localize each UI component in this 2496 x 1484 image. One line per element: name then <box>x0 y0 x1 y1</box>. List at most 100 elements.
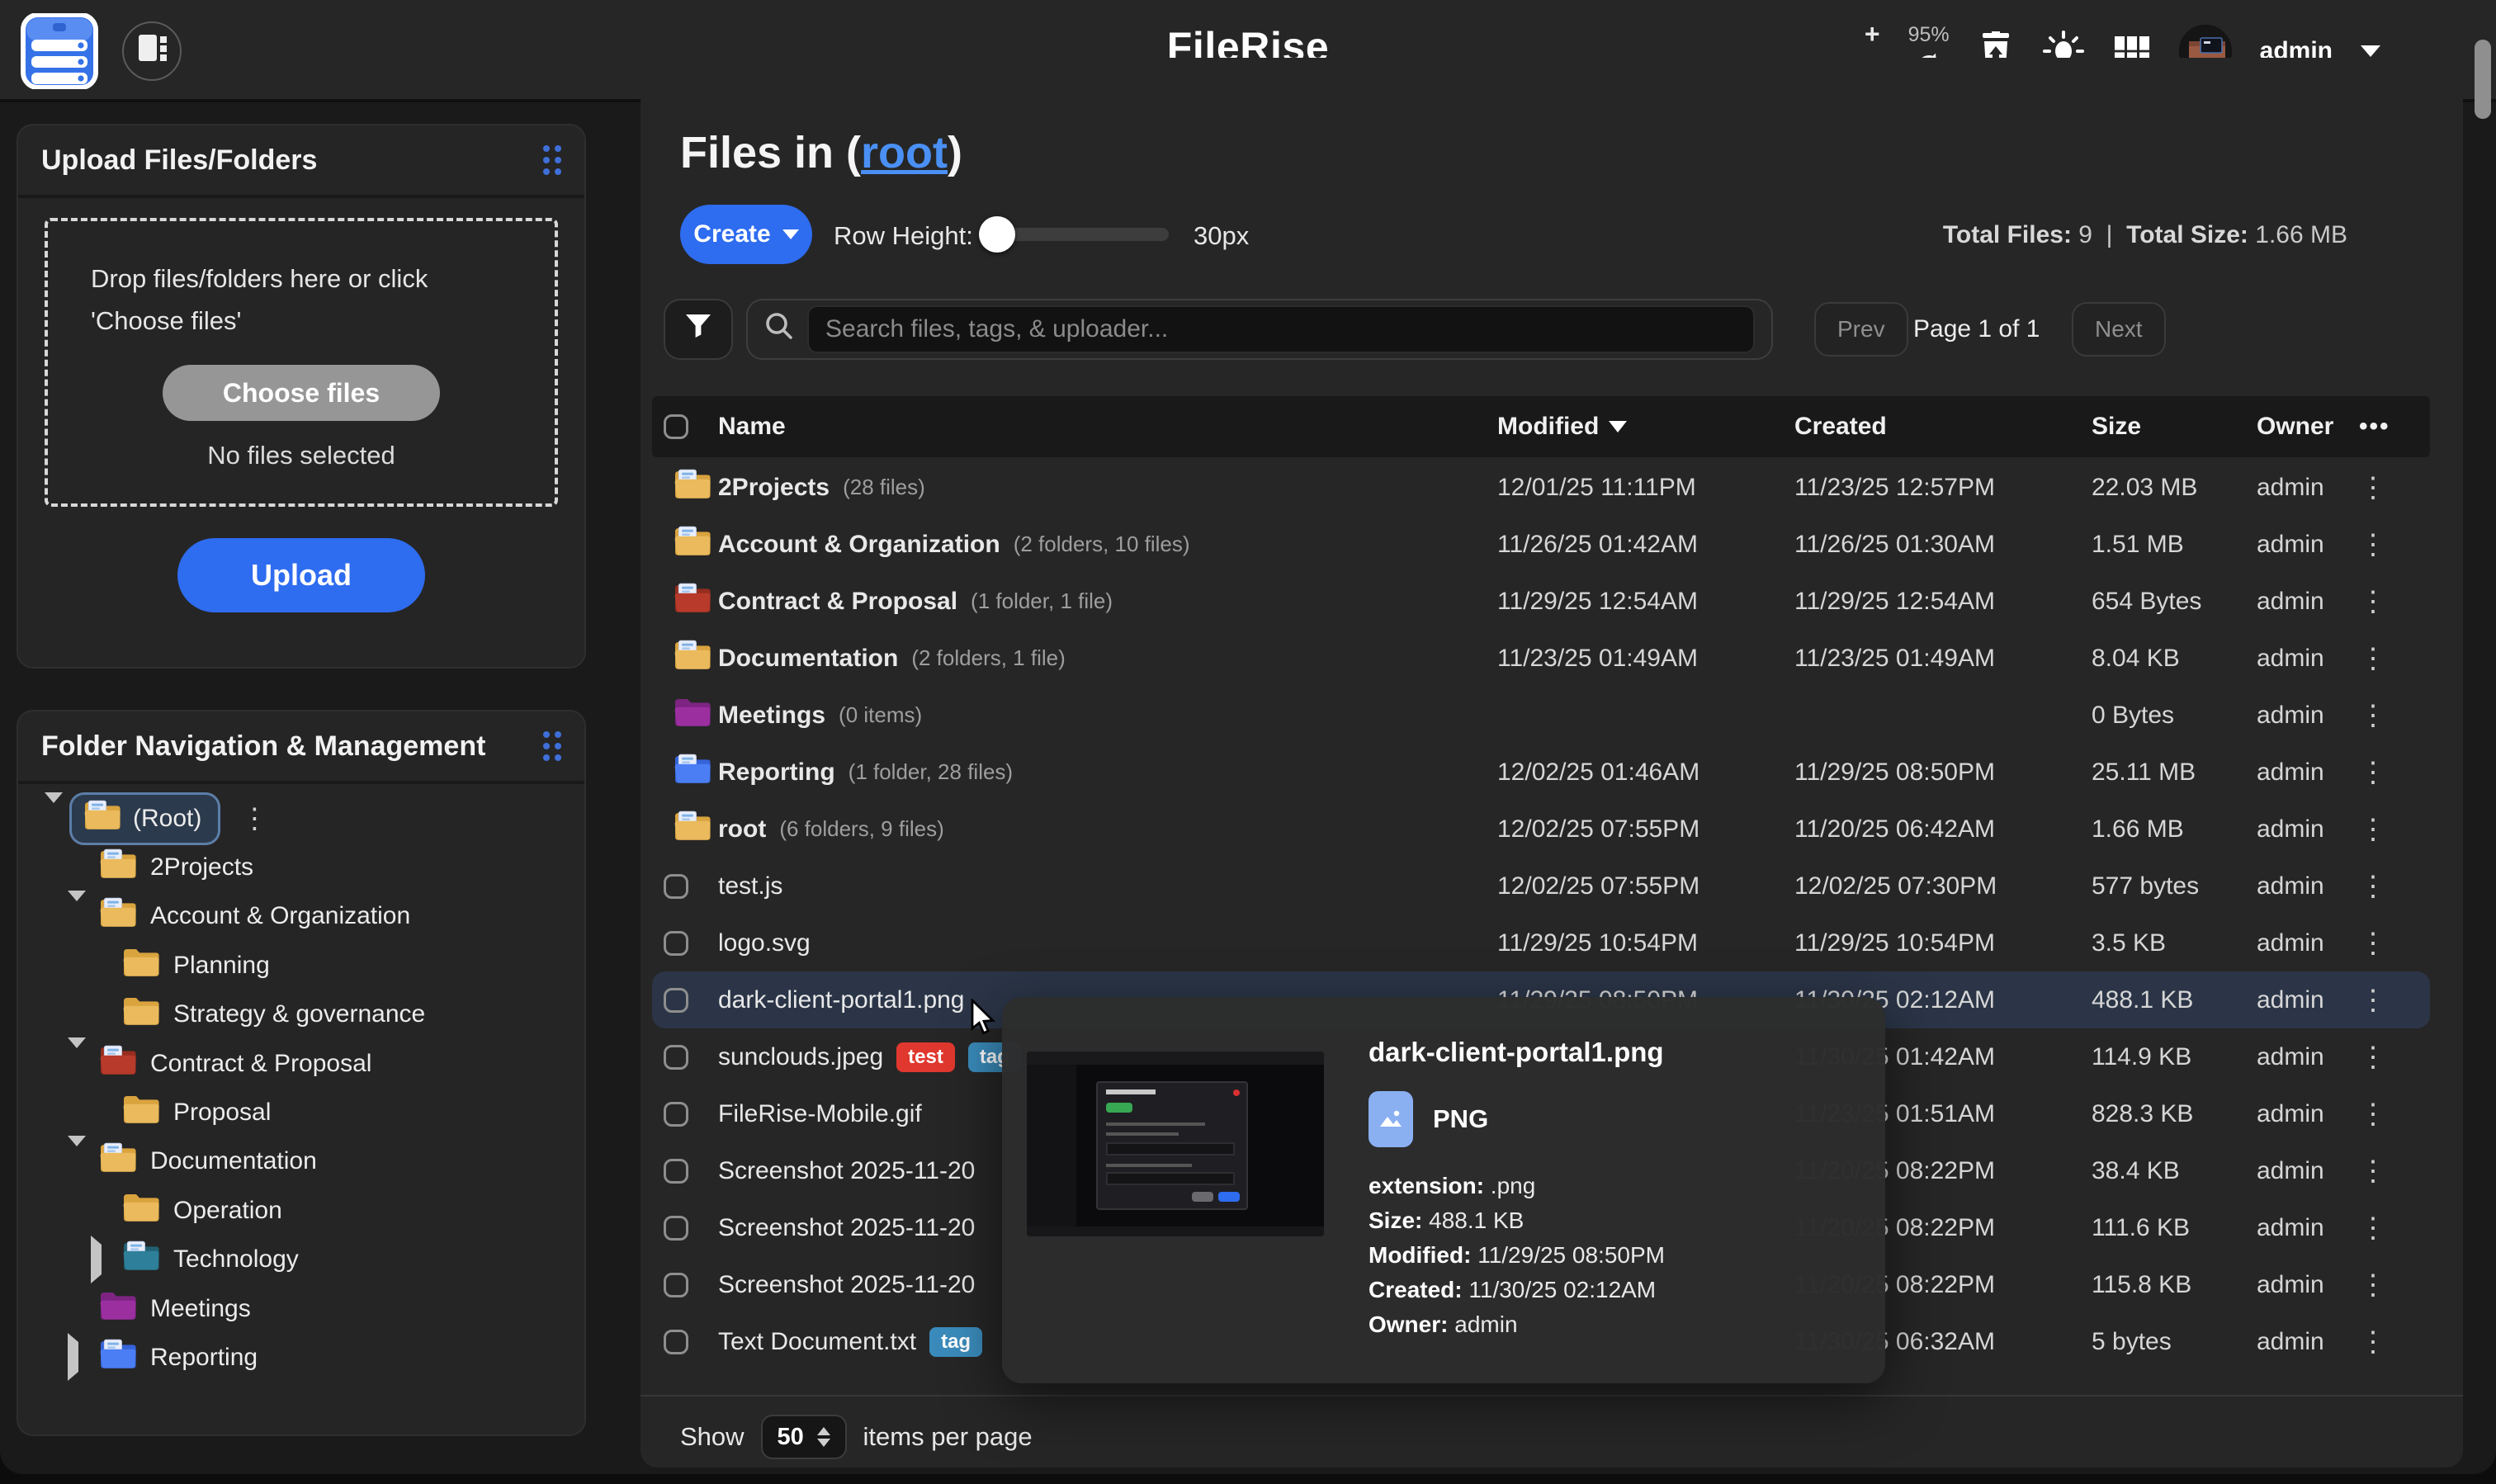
modified-date: 11/23/25 01:49AM <box>1497 645 1794 673</box>
folder-menu-kebab-icon[interactable]: ⋮ <box>240 805 268 833</box>
file-tag-badge[interactable]: tag <box>929 1327 982 1357</box>
row-checkbox[interactable] <box>664 1045 688 1070</box>
col-size[interactable]: Size <box>2092 413 2257 441</box>
row-menu-kebab-icon[interactable]: ⋮ <box>2359 702 2418 730</box>
items-per-page-select[interactable]: 50 <box>761 1415 847 1459</box>
page-scrollbar-thumb[interactable] <box>2475 40 2491 119</box>
tree-item-2projects[interactable]: 2Projects <box>18 843 584 891</box>
file-tag-badge[interactable]: test <box>896 1042 955 1072</box>
table-row[interactable]: test.js12/02/25 07:55PM12/02/25 07:30PM5… <box>652 858 2430 915</box>
table-row[interactable]: 2Projects(28 files)12/01/25 11:11PM11/23… <box>652 459 2430 516</box>
tooltip-detail-line: Owner: admin <box>1369 1307 1855 1342</box>
row-checkbox[interactable] <box>664 1102 688 1127</box>
row-checkbox[interactable] <box>664 931 688 956</box>
file-size: 828.3 KB <box>2092 1100 2257 1128</box>
table-row[interactable]: Contract & Proposal(1 folder, 1 file)11/… <box>652 573 2430 630</box>
page-indicator: Page 1 of 1 <box>1913 315 2040 343</box>
filter-button[interactable] <box>664 299 733 360</box>
row-menu-kebab-icon[interactable]: ⋮ <box>2359 1214 2418 1242</box>
select-all-checkbox[interactable] <box>664 414 688 439</box>
created-date: 11/29/25 10:54PM <box>1794 929 2092 957</box>
tree-item-planning[interactable]: Planning <box>18 941 584 990</box>
dropzone[interactable]: Drop files/folders here or click 'Choose… <box>45 218 558 507</box>
tree-item-operation[interactable]: Operation <box>18 1186 584 1235</box>
root-link[interactable]: root <box>861 128 948 177</box>
tree-item-strategy-governance[interactable]: Strategy & governance <box>18 990 584 1039</box>
zoom-in-button[interactable]: + <box>1865 21 1880 47</box>
next-page-button[interactable]: Next <box>2072 302 2166 357</box>
file-size: 115.8 KB <box>2092 1271 2257 1299</box>
tree-item-meetings[interactable]: Meetings <box>18 1284 584 1333</box>
tree-item-technology[interactable]: Technology <box>18 1236 584 1284</box>
table-row[interactable]: root(6 folders, 9 files)12/02/25 07:55PM… <box>652 801 2430 858</box>
row-checkbox[interactable] <box>664 1216 688 1241</box>
folder-icon <box>99 897 137 935</box>
choose-files-button[interactable]: Choose files <box>163 365 440 421</box>
row-menu-kebab-icon[interactable]: ⋮ <box>2359 986 2418 1014</box>
drag-handle-icon[interactable] <box>543 731 561 761</box>
row-checkbox[interactable] <box>664 1159 688 1184</box>
row-menu-kebab-icon[interactable]: ⋮ <box>2359 1157 2418 1185</box>
row-menu-kebab-icon[interactable]: ⋮ <box>2359 645 2418 673</box>
row-menu-kebab-icon[interactable]: ⋮ <box>2359 1271 2418 1299</box>
tree-item-root[interactable]: (Root) ⋮ <box>18 794 584 843</box>
row-menu-kebab-icon[interactable]: ⋮ <box>2359 1043 2418 1071</box>
app-window: FileRise + − 95% <box>0 0 2496 1474</box>
tree-item-contract-proposal[interactable]: Contract & Proposal <box>18 1039 584 1088</box>
table-row[interactable]: logo.svg11/29/25 10:54PM11/29/25 10:54PM… <box>652 915 2430 971</box>
folder-icon <box>122 995 160 1033</box>
row-menu-kebab-icon[interactable]: ⋮ <box>2359 872 2418 900</box>
col-name[interactable]: Name <box>718 413 1497 441</box>
tree-caret-icon[interactable] <box>91 1245 112 1275</box>
row-checkbox[interactable] <box>664 1330 688 1354</box>
created-date: 11/26/25 01:30AM <box>1794 531 2092 559</box>
folder-icon <box>122 1192 160 1230</box>
row-height-slider[interactable] <box>984 228 1169 241</box>
table-row[interactable]: Documentation(2 folders, 1 file)11/23/25… <box>652 630 2430 687</box>
row-checkbox[interactable] <box>664 874 688 899</box>
tree-caret-icon[interactable] <box>68 1146 89 1177</box>
tree-caret-icon[interactable] <box>68 1048 89 1079</box>
created-date: 11/23/25 12:57PM <box>1794 474 2092 502</box>
row-menu-kebab-icon[interactable]: ⋮ <box>2359 1328 2418 1356</box>
page-scrollbar[interactable] <box>2475 0 2493 1474</box>
folder-name: Meetings <box>718 702 825 730</box>
row-menu-kebab-icon[interactable]: ⋮ <box>2359 929 2418 957</box>
tree-item-reporting[interactable]: Reporting <box>18 1333 584 1382</box>
tree-caret-icon[interactable] <box>68 901 89 932</box>
tree-caret-icon[interactable] <box>45 803 66 834</box>
prev-page-button[interactable]: Prev <box>1814 302 1908 357</box>
row-menu-kebab-icon[interactable]: ⋮ <box>2359 474 2418 502</box>
col-created[interactable]: Created <box>1794 413 2092 441</box>
user-menu-caret-icon[interactable] <box>2361 45 2380 57</box>
row-checkbox[interactable] <box>664 988 688 1013</box>
row-checkbox[interactable] <box>664 1273 688 1297</box>
row-menu-kebab-icon[interactable]: ⋮ <box>2359 531 2418 559</box>
selected-folder-pill[interactable]: (Root) <box>69 792 220 845</box>
columns-menu-icon[interactable]: ••• <box>2359 413 2418 441</box>
col-modified[interactable]: Modified <box>1497 413 1794 441</box>
slider-thumb[interactable] <box>979 216 1015 253</box>
table-row[interactable]: Reporting(1 folder, 28 files)12/02/25 01… <box>652 744 2430 801</box>
col-owner[interactable]: Owner <box>2257 413 2359 441</box>
drag-handle-icon[interactable] <box>543 145 561 175</box>
tree-item-documentation[interactable]: Documentation <box>18 1137 584 1186</box>
table-row[interactable]: Meetings(0 items)0 Bytesadmin⋮ <box>652 687 2430 744</box>
tree-item-account-organization[interactable]: Account & Organization <box>18 892 584 941</box>
folder-name: Account & Organization <box>718 531 1000 559</box>
row-menu-kebab-icon[interactable]: ⋮ <box>2359 588 2418 616</box>
file-name: Text Document.txt <box>718 1328 916 1356</box>
folder-icon <box>674 469 711 507</box>
row-menu-kebab-icon[interactable]: ⋮ <box>2359 759 2418 787</box>
tree-item-label: Operation <box>173 1197 282 1225</box>
search-input[interactable] <box>807 305 1755 353</box>
owner-name: admin <box>2257 474 2359 502</box>
row-menu-kebab-icon[interactable]: ⋮ <box>2359 815 2418 844</box>
row-menu-kebab-icon[interactable]: ⋮ <box>2359 1100 2418 1128</box>
file-size: 38.4 KB <box>2092 1157 2257 1185</box>
tree-caret-icon[interactable] <box>68 1342 89 1373</box>
table-row[interactable]: Account & Organization(2 folders, 10 fil… <box>652 516 2430 573</box>
upload-button[interactable]: Upload <box>177 538 425 612</box>
tree-item-proposal[interactable]: Proposal <box>18 1088 584 1137</box>
create-button[interactable]: Create <box>680 205 812 264</box>
